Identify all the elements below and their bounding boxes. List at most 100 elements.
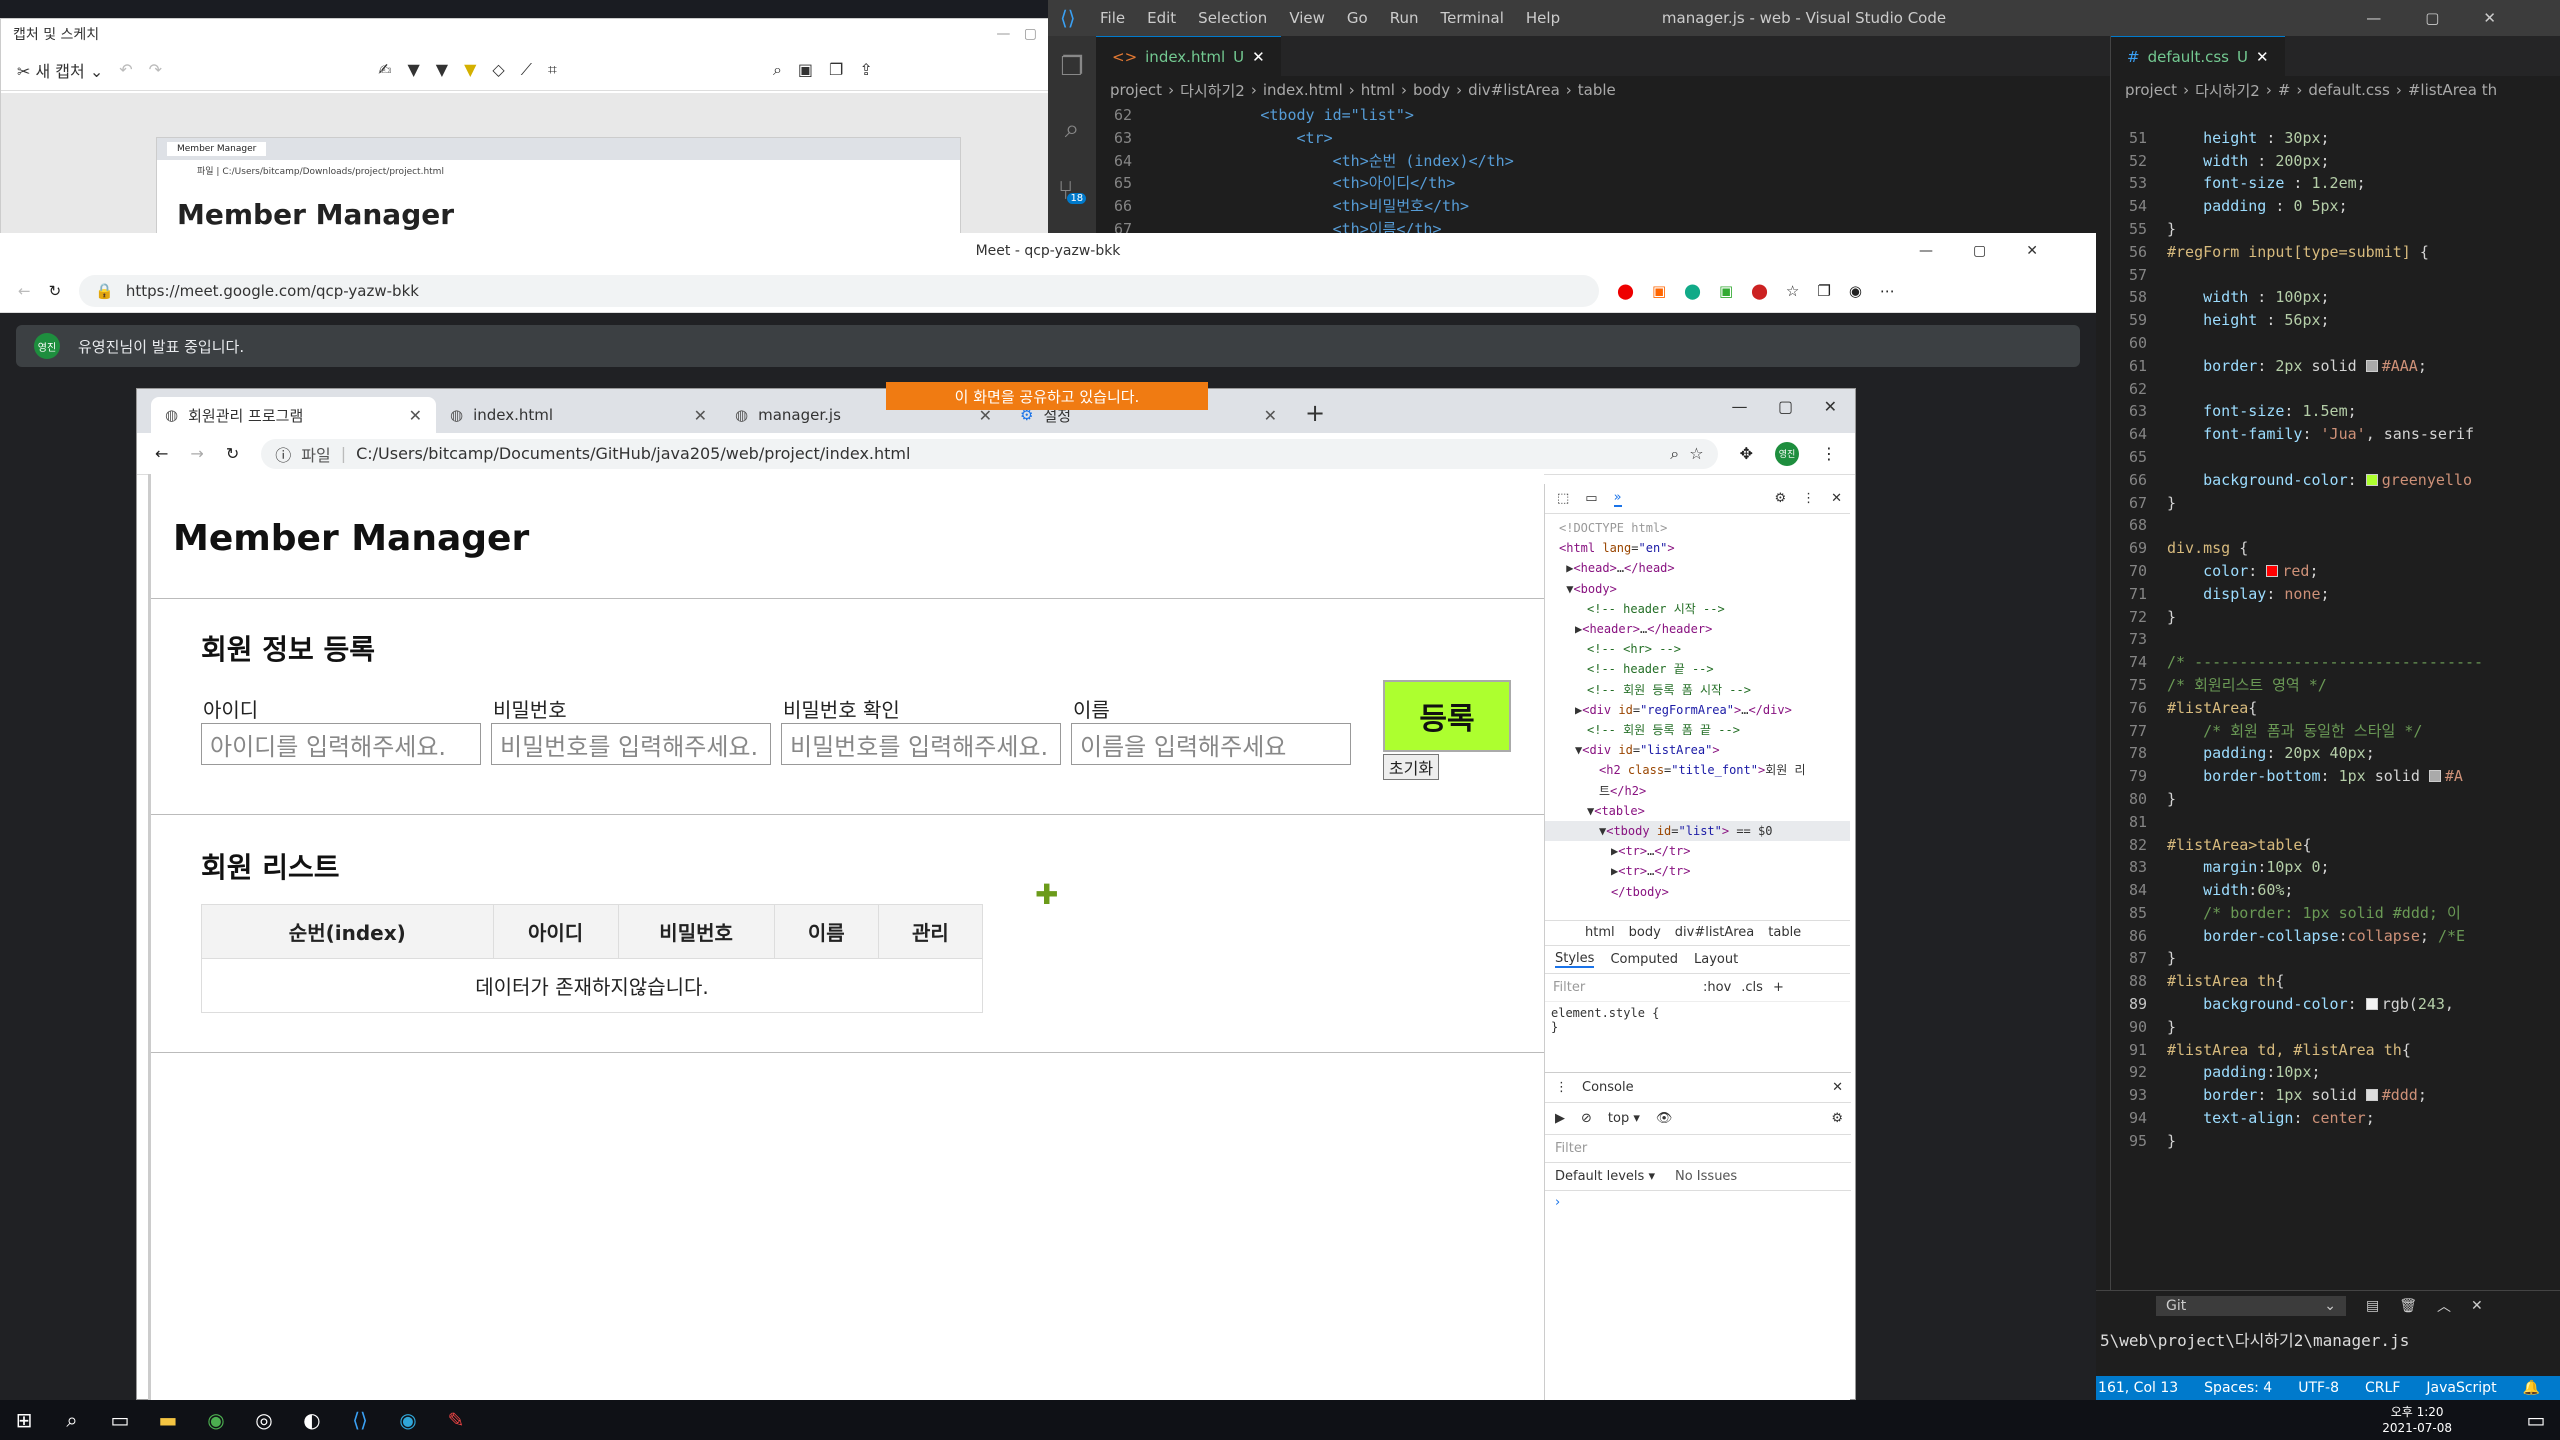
zoom-icon[interactable]: ⌕ [1670,444,1679,464]
extension-icon[interactable]: ⬤ [1751,282,1768,300]
file-explorer-icon[interactable]: ▬ [144,1400,192,1440]
menu-icon[interactable]: ⋮ [1802,491,1815,506]
menu-view[interactable]: View [1289,9,1325,27]
browser-tab[interactable]: ◍ 회원관리 프로그램 ✕ [151,397,436,433]
tab-default-css[interactable]: # default.css U ✕ [2111,36,2285,76]
menu-icon[interactable]: ⋮ [1821,444,1837,463]
breadcrumb-item[interactable]: html [1361,81,1395,99]
share-icon[interactable]: ⇪ [859,60,872,79]
eye-icon[interactable]: 👁 [1656,1111,1673,1126]
breadcrumb-item[interactable]: default.css [2308,81,2389,99]
close-icon[interactable]: ✕ [1252,48,1265,66]
hov-toggle[interactable]: :hov [1703,980,1731,995]
explorer-icon[interactable]: ❐ [1048,36,1096,98]
start-icon[interactable]: ⊞ [0,1400,48,1440]
source-control-icon[interactable]: ⑂ 18 [1048,160,1096,222]
profile-avatar[interactable]: ◉ [1849,282,1862,300]
close-icon[interactable]: ✕ [1264,406,1277,425]
bookmark-star-icon[interactable]: ☆ [1689,444,1703,463]
new-capture-button[interactable]: ✂ 새 캡처 ⌄ [17,58,103,82]
console-tab[interactable]: Console [1582,1080,1634,1095]
kill-terminal-icon[interactable]: 🗑 [2399,1298,2417,1314]
styles-tab[interactable]: Computed [1610,952,1678,967]
breadcrumb-item[interactable]: 다시하기2 [2195,80,2260,101]
close-panel-icon[interactable]: ✕ [2471,1298,2483,1314]
issues-count[interactable]: No Issues [1675,1169,1737,1184]
collections-icon[interactable]: ❐ [1817,282,1830,300]
drawer-menu-icon[interactable]: ⋮ [1555,1080,1568,1095]
search-icon[interactable]: ⌕ [1048,98,1096,160]
context-select[interactable]: top ▾ [1608,1111,1640,1126]
ruler-icon[interactable]: ⟋ [521,60,532,80]
css-code[interactable]: 51 height : 30px; 52 width : 200px; 53 f… [2111,104,2560,1153]
breadcrumb-item[interactable]: project [2125,81,2177,99]
extension-icon[interactable]: ▣ [1652,282,1666,300]
devtools-crumb[interactable]: html [1585,925,1615,940]
chrome-url-field[interactable]: ⓘ 파일 | C:/Users/bitcamp/Documents/GitHub… [261,438,1718,469]
highlighter-icon[interactable]: ▼ [464,60,476,79]
menu-selection[interactable]: Selection [1198,9,1267,27]
clock[interactable]: 오후 1:20 2021-07-08 [2382,1404,2452,1436]
styles-tab[interactable]: Styles [1555,951,1595,968]
zoom-icon[interactable]: ⌕ [773,60,782,80]
new-rule-icon[interactable]: + [1773,980,1784,995]
more-tabs-icon[interactable]: » [1613,490,1622,507]
text-input[interactable]: 이름을 입력해주세요 [1071,723,1351,765]
github-icon[interactable]: ◎ [240,1400,288,1440]
extension-icon[interactable]: ⬤ [1684,282,1701,300]
profile-avatar[interactable]: 영진 [1775,441,1799,466]
cls-toggle[interactable]: .cls [1741,980,1763,995]
touch-write-icon[interactable]: ✍ [378,60,391,79]
terminal-select[interactable]: Git ⌄ [2156,1296,2346,1316]
pencil-icon[interactable]: ▼ [436,60,448,79]
copy-icon[interactable]: ❐ [829,60,843,79]
text-input[interactable]: 비밀번호를 입력해주세요. [491,723,771,765]
vscode-icon[interactable]: ⟨⟩ [336,1400,384,1440]
save-icon[interactable]: ▣ [798,60,813,79]
styles-tab[interactable]: Layout [1694,952,1738,967]
devtools-crumb[interactable]: table [1768,925,1801,940]
styles-filter[interactable]: Filter [1553,980,1693,995]
elements-tree[interactable]: <!DOCTYPE html> <html lang="en"> ▶<head>… [1545,514,1850,902]
chrome-icon[interactable]: ◉ [192,1400,240,1440]
maximize-panel-icon[interactable]: ︿ [2437,1296,2451,1316]
breadcrumb-item[interactable]: body [1413,81,1450,99]
console-filter[interactable]: Filter [1545,1135,1851,1163]
close-icon[interactable]: ✕ [2256,48,2269,66]
index-code[interactable]: 62 <tbody id="list"> 63 <tr> 64 <th>순번 (in… [1096,104,2156,241]
tab-index-html[interactable]: <> index.html U ✕ [1096,36,1281,76]
breadcrumb-item[interactable]: project [1110,81,1162,99]
close-icon[interactable]: ✕ [694,406,707,425]
device-toolbar-icon[interactable]: ▭ [1585,491,1597,506]
reload-icon[interactable]: ↻ [226,444,239,463]
breadcrumb-item[interactable]: index.html [1263,81,1343,99]
search-icon[interactable]: ⌕ [48,1400,96,1440]
back-icon[interactable]: ← [155,444,168,463]
window-controls[interactable]: — ▢ ✕ [1731,397,1837,416]
breadcrumb-item[interactable]: #listArea th [2408,81,2497,99]
menu-go[interactable]: Go [1347,9,1368,27]
eclipse-icon[interactable]: ◐ [288,1400,336,1440]
devtools-crumb[interactable]: div#listArea [1675,925,1754,940]
encoding[interactable]: UTF-8 [2298,1380,2339,1396]
ballpoint-pen-icon[interactable]: ▼ [407,60,419,79]
bookmarks-icon[interactable]: ☆ [1786,282,1799,300]
settings-icon[interactable]: ⚙ [1774,491,1786,506]
inspect-icon[interactable]: ⬚ [1557,491,1569,506]
redo-icon[interactable]: ↷ [149,60,162,79]
close-icon[interactable]: ✕ [1832,1080,1843,1095]
split-terminal-icon[interactable]: ▤ [2366,1298,2379,1314]
register-button[interactable]: 등록 [1383,680,1511,752]
breadcrumb-item[interactable]: # [2278,81,2291,99]
breadcrumb-item[interactable]: 다시하기2 [1180,80,1245,101]
browser-tab[interactable]: ◍ index.html ✕ [436,397,721,433]
line-ending[interactable]: CRLF [2365,1380,2400,1396]
menu-file[interactable]: File [1100,9,1125,27]
menu-run[interactable]: Run [1390,9,1419,27]
breadcrumb-item[interactable]: div#listArea [1468,81,1560,99]
sidebar-icon[interactable]: ▶ [1555,1111,1565,1126]
text-input[interactable]: 비밀번호를 입력해주세요. [781,723,1061,765]
notification-center-icon[interactable]: ▭ [2512,1400,2560,1440]
close-icon[interactable]: ✕ [1831,491,1842,506]
notifications-icon[interactable]: 🔔 [2523,1380,2540,1396]
